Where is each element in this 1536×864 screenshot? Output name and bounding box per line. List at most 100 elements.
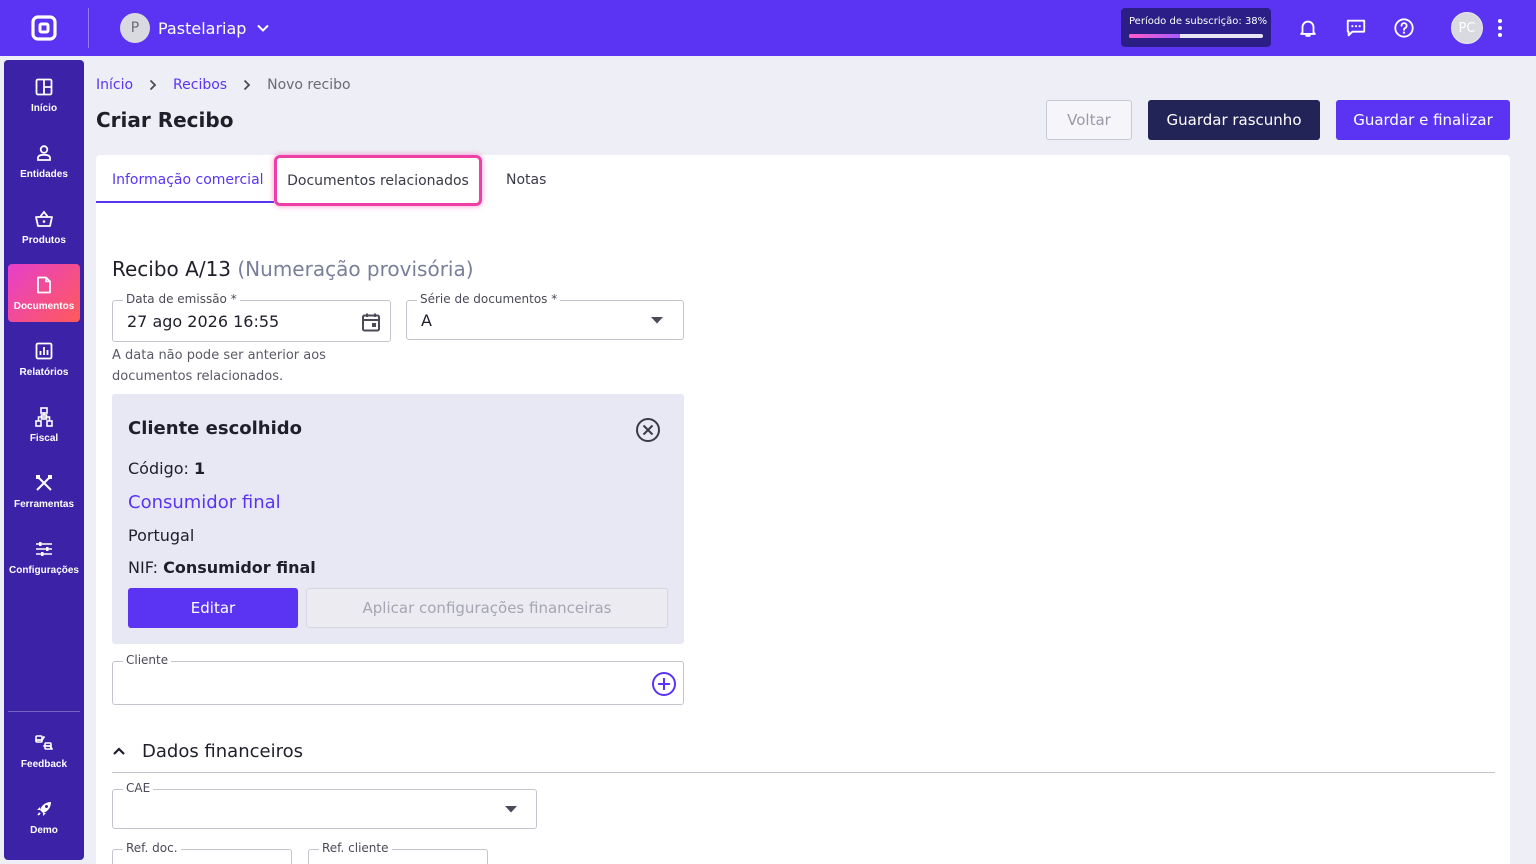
cae-label: CAE <box>123 781 154 795</box>
client-input-label: Cliente <box>123 653 172 667</box>
dropdown-arrow-icon <box>505 806 517 813</box>
sidebar: Início Entidades Produtos Documentos Rel… <box>4 60 84 860</box>
top-divider <box>88 8 89 48</box>
sidebar-item-configuracoes[interactable]: Configurações <box>8 528 80 586</box>
client-input-field[interactable]: Cliente <box>112 653 684 705</box>
remove-client-close-icon[interactable] <box>634 416 662 444</box>
user-avatar[interactable]: PC <box>1451 12 1483 44</box>
sidebar-item-label: Entidades <box>20 168 68 180</box>
subscription-progress-fill <box>1129 34 1180 38</box>
breadcrumb-receipts[interactable]: Recibos <box>173 77 227 93</box>
calendar-icon[interactable] <box>361 312 381 332</box>
client-code-label: Código: <box>128 459 189 478</box>
app-logo-icon[interactable] <box>31 15 57 41</box>
sidebar-item-label: Demo <box>30 824 58 836</box>
receipt-number: Recibo A/13 <box>112 257 232 281</box>
client-nif-row: NIF: Consumidor final <box>128 558 316 577</box>
sidebar-item-label: Documentos <box>13 300 75 312</box>
messages-button[interactable] <box>1342 14 1370 42</box>
sidebar-item-label: Feedback <box>20 758 68 770</box>
sidebar-item-label: Fiscal <box>29 432 59 444</box>
sidebar-item-demo[interactable]: Demo <box>8 788 80 846</box>
ref-doc-field[interactable]: Ref. doc. <box>112 841 292 864</box>
help-icon <box>1394 18 1414 38</box>
sidebar-item-fiscal[interactable]: Fiscal <box>8 396 80 454</box>
subscription-period[interactable]: Período de subscrição: 38% <box>1121 8 1271 47</box>
help-button[interactable] <box>1390 14 1418 42</box>
sidebar-item-label: Configurações <box>8 564 79 576</box>
sidebar-item-relatorios[interactable]: Relatórios <box>8 330 80 388</box>
sidebar-item-ferramentas[interactable]: Ferramentas <box>8 462 80 520</box>
add-client-plus-icon[interactable] <box>651 671 677 697</box>
apply-financial-settings-button: Aplicar configurações financeiras <box>306 588 668 628</box>
issue-date-label: Data de emissão * <box>123 292 240 306</box>
chosen-client-panel: Cliente escolhido Código: 1 Consumidor f… <box>112 394 684 644</box>
breadcrumb-current: Novo recibo <box>267 77 351 93</box>
subscription-label: Período de subscrição: 38% <box>1129 16 1268 27</box>
document-series-label: Série de documentos * <box>417 292 561 306</box>
tab-related-documents[interactable]: Documentos relacionados <box>274 155 482 206</box>
sidebar-item-label: Ferramentas <box>13 498 75 510</box>
more-vertical-icon <box>1498 19 1502 37</box>
company-selector[interactable]: P Pastelariap <box>120 13 270 43</box>
edit-client-button[interactable]: Editar <box>128 588 298 628</box>
person-icon <box>34 143 54 163</box>
back-button[interactable]: Voltar <box>1046 100 1132 140</box>
sidebar-item-feedback[interactable]: Feedback <box>8 722 80 780</box>
sidebar-item-inicio[interactable]: Início <box>8 66 80 124</box>
save-finalize-button[interactable]: Guardar e finalizar <box>1336 100 1510 140</box>
more-menu-button[interactable] <box>1486 14 1514 42</box>
issue-date-helper-text: A data não pode ser anterior aos documen… <box>112 348 326 384</box>
page-title: Criar Recibo <box>96 108 234 132</box>
financial-data-section-toggle[interactable]: Dados financeiros <box>112 739 303 763</box>
dropdown-arrow-icon <box>651 317 663 324</box>
provisional-numbering-note: (Numeração provisória) <box>237 257 474 281</box>
chosen-client-title: Cliente escolhido <box>128 418 303 439</box>
ref-client-field[interactable]: Ref. cliente <box>308 841 488 864</box>
basket-icon <box>34 209 54 229</box>
issue-date-field[interactable]: Data de emissão * 27 ago 2026 16:55 <box>112 292 391 342</box>
top-bar: P Pastelariap Período de subscrição: 38%… <box>0 0 1536 56</box>
sliders-icon <box>34 539 54 559</box>
hierarchy-icon <box>34 406 54 427</box>
sidebar-item-documentos[interactable]: Documentos <box>8 264 80 322</box>
sidebar-item-label: Relatórios <box>19 366 69 378</box>
chevron-up-icon <box>113 747 125 755</box>
breadcrumb: Início Recibos Novo recibo <box>96 75 351 95</box>
save-draft-button[interactable]: Guardar rascunho <box>1148 100 1320 140</box>
active-tab-indicator <box>96 201 274 203</box>
chevron-right-icon <box>149 79 157 91</box>
client-nif-label: NIF: <box>128 558 159 577</box>
client-country: Portugal <box>128 526 195 545</box>
ref-client-label: Ref. cliente <box>319 841 392 855</box>
rocket-icon <box>34 799 54 819</box>
sidebar-item-entidades[interactable]: Entidades <box>8 132 80 190</box>
document-series-select[interactable]: Série de documentos * A <box>406 292 684 340</box>
client-nif-value: Consumidor final <box>163 558 316 577</box>
receipt-form-card: Informação comercial Documentos relacion… <box>96 155 1510 864</box>
subscription-progress-track <box>1129 34 1263 38</box>
chat-icon <box>1346 19 1366 37</box>
issue-date-value: 27 ago 2026 16:55 <box>127 312 280 331</box>
chevron-down-icon <box>257 24 270 32</box>
tab-notes[interactable]: Notas <box>506 155 546 204</box>
breadcrumb-home[interactable]: Início <box>96 77 133 93</box>
notifications-button[interactable] <box>1294 14 1322 42</box>
document-series-value: A <box>421 311 432 330</box>
section-divider <box>112 772 1495 773</box>
client-code-row: Código: 1 <box>128 459 205 478</box>
client-name-link[interactable]: Consumidor final <box>128 492 281 513</box>
company-avatar: P <box>120 13 150 43</box>
report-icon <box>34 341 54 361</box>
sidebar-item-produtos[interactable]: Produtos <box>8 198 80 256</box>
tab-commercial-info[interactable]: Informação comercial <box>112 155 264 204</box>
bell-icon <box>1300 20 1316 37</box>
document-icon <box>34 275 54 295</box>
sidebar-item-label: Início <box>30 102 58 114</box>
client-code-value: 1 <box>194 459 206 478</box>
sidebar-divider <box>8 711 80 712</box>
tools-icon <box>34 473 54 493</box>
cae-select[interactable]: CAE <box>112 781 537 829</box>
feedback-icon <box>34 733 54 753</box>
sidebar-item-label: Produtos <box>22 234 66 246</box>
